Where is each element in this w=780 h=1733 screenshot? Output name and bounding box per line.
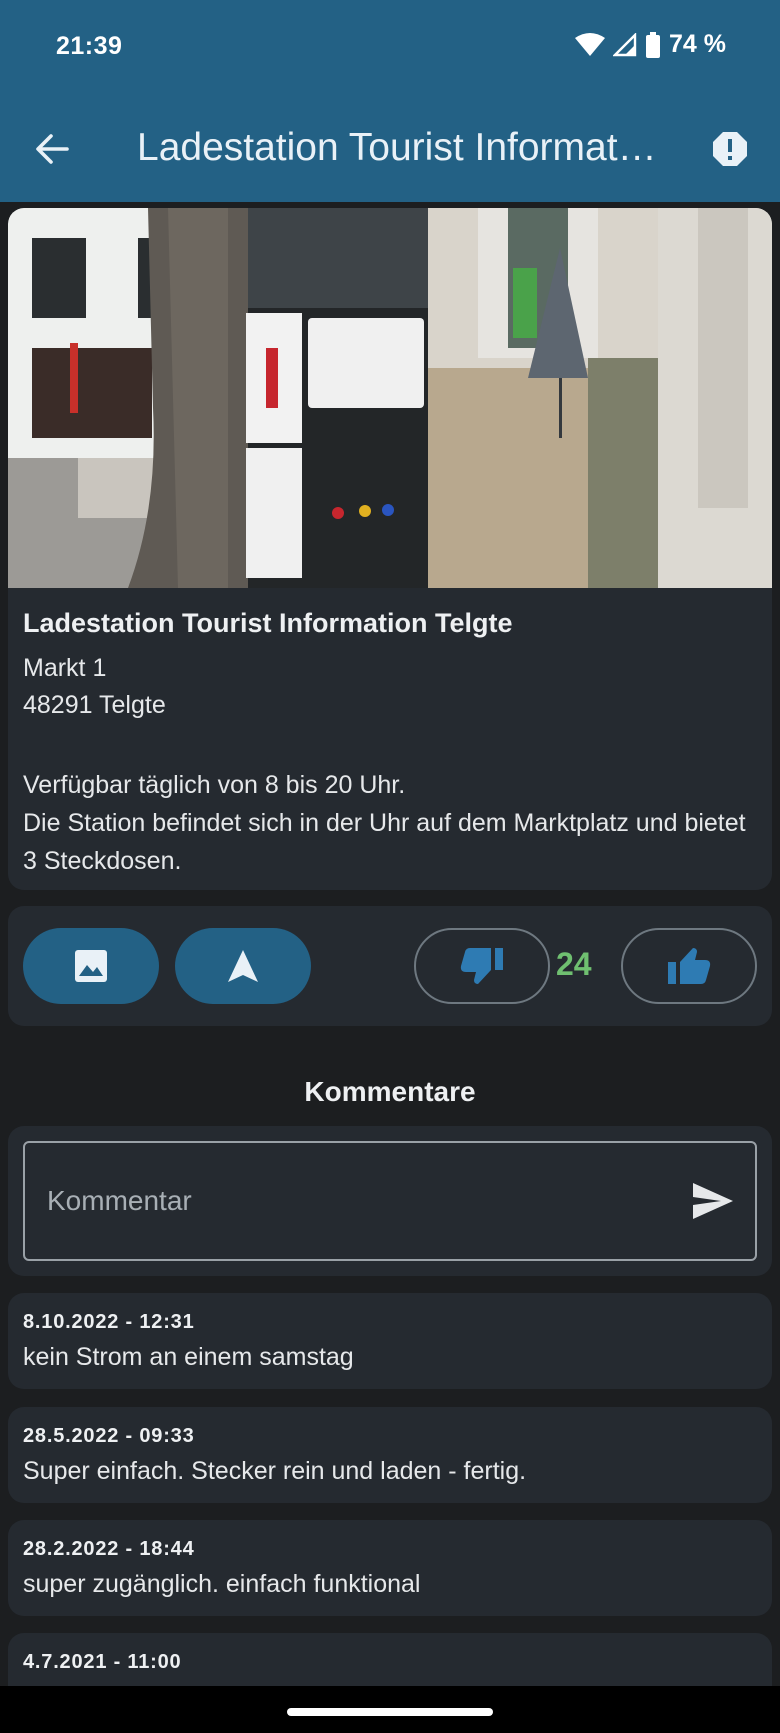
navigate-button[interactable]	[175, 928, 311, 1004]
comment-item: 28.2.2022 - 18:44 super zugänglich. einf…	[8, 1520, 772, 1616]
comment-item: 28.5.2022 - 09:33 Super einfach. Stecker…	[8, 1407, 772, 1503]
station-street: Markt 1	[23, 654, 107, 682]
like-button[interactable]	[621, 928, 757, 1004]
station-name: Ladestation Tourist Information Telgte	[23, 608, 513, 638]
station-description: Verfügbar täglich von 8 bis 20 Uhr. Die …	[23, 766, 763, 880]
comment-form: Kommentar	[8, 1126, 772, 1276]
comment-input[interactable]: Kommentar	[23, 1141, 757, 1261]
comment-item: 8.10.2022 - 12:31 kein Strom an einem sa…	[8, 1293, 772, 1389]
actions-card: 24	[8, 906, 772, 1026]
status-icons: 74 %	[575, 30, 726, 59]
comment-placeholder: Kommentar	[47, 1185, 192, 1216]
send-button[interactable]	[691, 1181, 735, 1221]
report-icon	[713, 132, 747, 166]
report-button[interactable]	[706, 125, 754, 173]
dislike-button[interactable]	[414, 928, 550, 1004]
home-handle[interactable]	[287, 1708, 493, 1716]
description-line: Verfügbar täglich von 8 bis 20 Uhr.	[23, 771, 406, 799]
navigation-icon	[228, 950, 258, 982]
battery-percent: 74 %	[669, 30, 726, 58]
comment-date: 28.5.2022 - 09:33	[23, 1425, 195, 1447]
send-icon	[693, 1183, 733, 1219]
station-photo-image	[8, 208, 772, 588]
comments-heading: Kommentare	[304, 1076, 476, 1107]
thumb-up-icon	[668, 948, 711, 984]
comment-date: 4.7.2021 - 11:00	[23, 1651, 182, 1673]
comment-text: super zugänglich. einfach funktional	[23, 1570, 421, 1598]
photo-button[interactable]	[23, 928, 159, 1004]
station-photo[interactable]	[8, 208, 772, 588]
comment-text: kein Strom an einem samstag	[23, 1343, 354, 1371]
station-card: Ladestation Tourist Information Telgte M…	[8, 208, 772, 890]
description-line: Die Station befindet sich in der Uhr auf…	[23, 809, 746, 875]
rating-count: 24	[556, 946, 592, 982]
page-title: Ladestation Tourist Information Telgte	[137, 126, 657, 169]
thumb-down-icon	[460, 948, 503, 984]
wifi-icon	[575, 32, 606, 57]
arrow-left-icon	[36, 134, 69, 164]
comment-text: Super einfach. Stecker rein und laden - …	[23, 1457, 527, 1485]
comment-date: 28.2.2022 - 18:44	[23, 1538, 195, 1560]
battery-icon	[645, 31, 661, 58]
signal-icon	[613, 32, 637, 57]
station-city: 48291 Telgte	[23, 691, 166, 719]
comment-date: 8.10.2022 - 12:31	[23, 1311, 195, 1333]
image-icon	[75, 950, 107, 982]
system-nav-bar	[0, 1686, 780, 1733]
app-bar: Ladestation Tourist Information Telgte	[0, 96, 780, 202]
status-bar: 21:39 74 %	[0, 0, 780, 96]
status-time: 21:39	[56, 32, 123, 60]
back-button[interactable]	[28, 125, 76, 173]
